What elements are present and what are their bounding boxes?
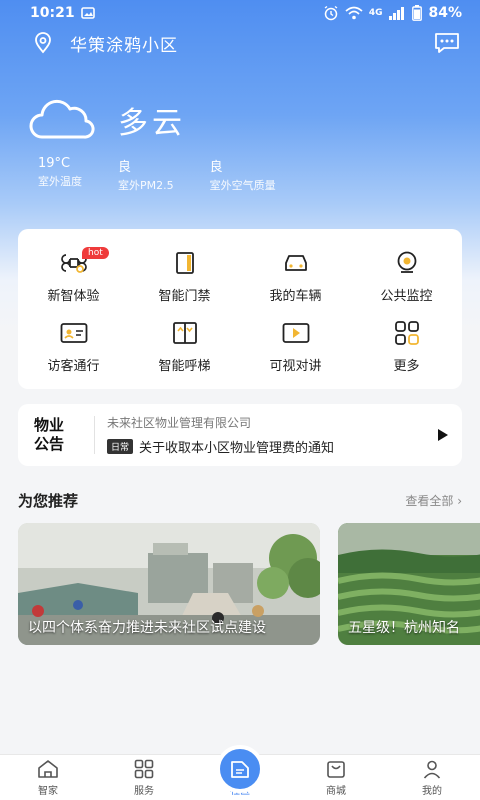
- tab-label: 我的: [422, 786, 442, 797]
- notice-title: 物业 公告: [34, 416, 86, 454]
- notice-body: 未来社区物业管理有限公司 日常 关于收取本小区物业管理费的通知: [107, 414, 438, 456]
- home-icon: [38, 760, 58, 778]
- tab-community[interactable]: 社区: [192, 745, 288, 800]
- service-label: 新智体验: [47, 288, 100, 304]
- gallery-notification-icon: [80, 7, 95, 19]
- play-icon[interactable]: [438, 429, 448, 441]
- community-name[interactable]: 华策涂鸦小区: [70, 31, 434, 56]
- bottom-tabbar: 智家 服务 社区 商城 我的: [0, 745, 480, 800]
- status-bar: 10:21 4G 84%: [0, 0, 480, 26]
- alarm-icon: [324, 5, 338, 21]
- notice-divider: [94, 416, 95, 454]
- stat-air-quality: 良 室外空气质量: [210, 156, 276, 193]
- notice-company: 未来社区物业管理有限公司: [107, 416, 252, 430]
- signal-icon: [389, 7, 405, 20]
- location-pin-icon[interactable]: [32, 32, 54, 54]
- service-visitor-pass[interactable]: 访客通行: [18, 311, 129, 381]
- header: 华策涂鸦小区: [0, 26, 480, 60]
- service-new-experience[interactable]: hot 新智体验: [18, 241, 129, 311]
- weather-condition: 多云: [118, 106, 186, 141]
- service-label: 智能门禁: [158, 288, 211, 304]
- tab-label: 服务: [134, 786, 154, 797]
- service-more[interactable]: 更多: [351, 311, 462, 381]
- stat-value: 良: [118, 160, 132, 175]
- weather-summary: 多云: [28, 98, 186, 142]
- service-my-vehicle[interactable]: 我的车辆: [240, 241, 351, 311]
- tab-label: 智家: [38, 786, 58, 797]
- notice-tag: 日常: [107, 439, 134, 454]
- service-video-intercom[interactable]: 可视对讲: [240, 311, 351, 381]
- user-icon: [423, 760, 441, 779]
- service-label: 更多: [393, 358, 420, 374]
- chevron-right-icon: ›: [457, 494, 462, 508]
- service-public-camera[interactable]: 公共监控: [351, 241, 462, 311]
- notice-row: 日常 关于收取本小区物业管理费的通知: [107, 437, 438, 456]
- stat-label: 室外空气质量: [209, 179, 276, 192]
- property-notice[interactable]: 物业 公告 未来社区物业管理有限公司 日常 关于收取本小区物业管理费的通知: [18, 404, 462, 466]
- recommend-card-tea[interactable]: 五星级！杭州知名: [338, 523, 480, 645]
- hot-badge: hot: [82, 247, 109, 259]
- status-time: 10:21: [30, 5, 75, 21]
- shop-icon: [327, 761, 345, 778]
- door-icon: [171, 249, 199, 277]
- wifi-icon: [345, 6, 363, 20]
- stat-label: 室外温度: [38, 175, 82, 188]
- service-label: 我的车辆: [269, 288, 322, 304]
- service-label: 访客通行: [47, 358, 100, 374]
- cloud-icon: [29, 99, 95, 139]
- tab-label: 商城: [326, 786, 346, 797]
- elevator-icon: [171, 319, 199, 347]
- tab-smart-home[interactable]: 智家: [0, 755, 96, 800]
- recommend-caption: 以四个体系奋力推进未来社区试点建设: [28, 620, 266, 636]
- battery-icon: [412, 5, 423, 21]
- stat-pm25: 良 室外PM2.5: [118, 156, 174, 193]
- service-smart-door[interactable]: 智能门禁: [129, 241, 240, 311]
- stat-label: 室外PM2.5: [118, 179, 174, 192]
- recommend-title: 为您推荐: [18, 492, 79, 510]
- tab-mine[interactable]: 我的: [384, 755, 480, 800]
- service-label: 公共监控: [380, 288, 433, 304]
- grid-icon: [393, 319, 421, 347]
- services-grid: hot 新智体验 智能门禁 我的车辆 公共监控 访客通行 智能呼梯 可视对讲 更…: [18, 229, 462, 389]
- id-card-icon: [60, 319, 88, 347]
- recommend-card-community[interactable]: 以四个体系奋力推进未来社区试点建设: [18, 523, 320, 645]
- recommend-caption: 五星级！杭州知名: [348, 620, 460, 636]
- car-icon: [282, 249, 310, 277]
- stat-temperature: 19°C 室外温度: [38, 156, 82, 193]
- notice-title-line1: 物业: [34, 416, 65, 434]
- service-label: 可视对讲: [269, 358, 322, 374]
- tab-services[interactable]: 服务: [96, 755, 192, 800]
- notice-title-line2: 公告: [34, 435, 65, 453]
- view-all-label: 查看全部: [405, 494, 454, 508]
- community-icon: [231, 761, 249, 778]
- service-label: 智能呼梯: [158, 358, 211, 374]
- camera-icon: [393, 249, 421, 277]
- network-type: 4G: [368, 7, 383, 18]
- stat-value: 良: [209, 160, 223, 175]
- stat-value: 19°C: [38, 156, 71, 171]
- apps-icon: [134, 759, 154, 779]
- status-right: 4G 84%: [323, 5, 462, 21]
- weather-stats: 19°C 室外温度 良 室外PM2.5 良 室外空气质量: [38, 156, 312, 193]
- notice-text: 关于收取本小区物业管理费的通知: [139, 441, 335, 456]
- tab-shop[interactable]: 商城: [288, 755, 384, 800]
- service-smart-elevator[interactable]: 智能呼梯: [129, 311, 240, 381]
- battery-percent: 84%: [428, 5, 462, 21]
- status-left: 10:21: [30, 5, 95, 21]
- message-icon[interactable]: [434, 32, 460, 54]
- video-icon: [282, 319, 310, 347]
- community-tab-button[interactable]: [216, 745, 264, 793]
- view-all-link[interactable]: 查看全部 ›: [405, 492, 462, 509]
- recommend-header: 为您推荐 查看全部 ›: [18, 490, 462, 511]
